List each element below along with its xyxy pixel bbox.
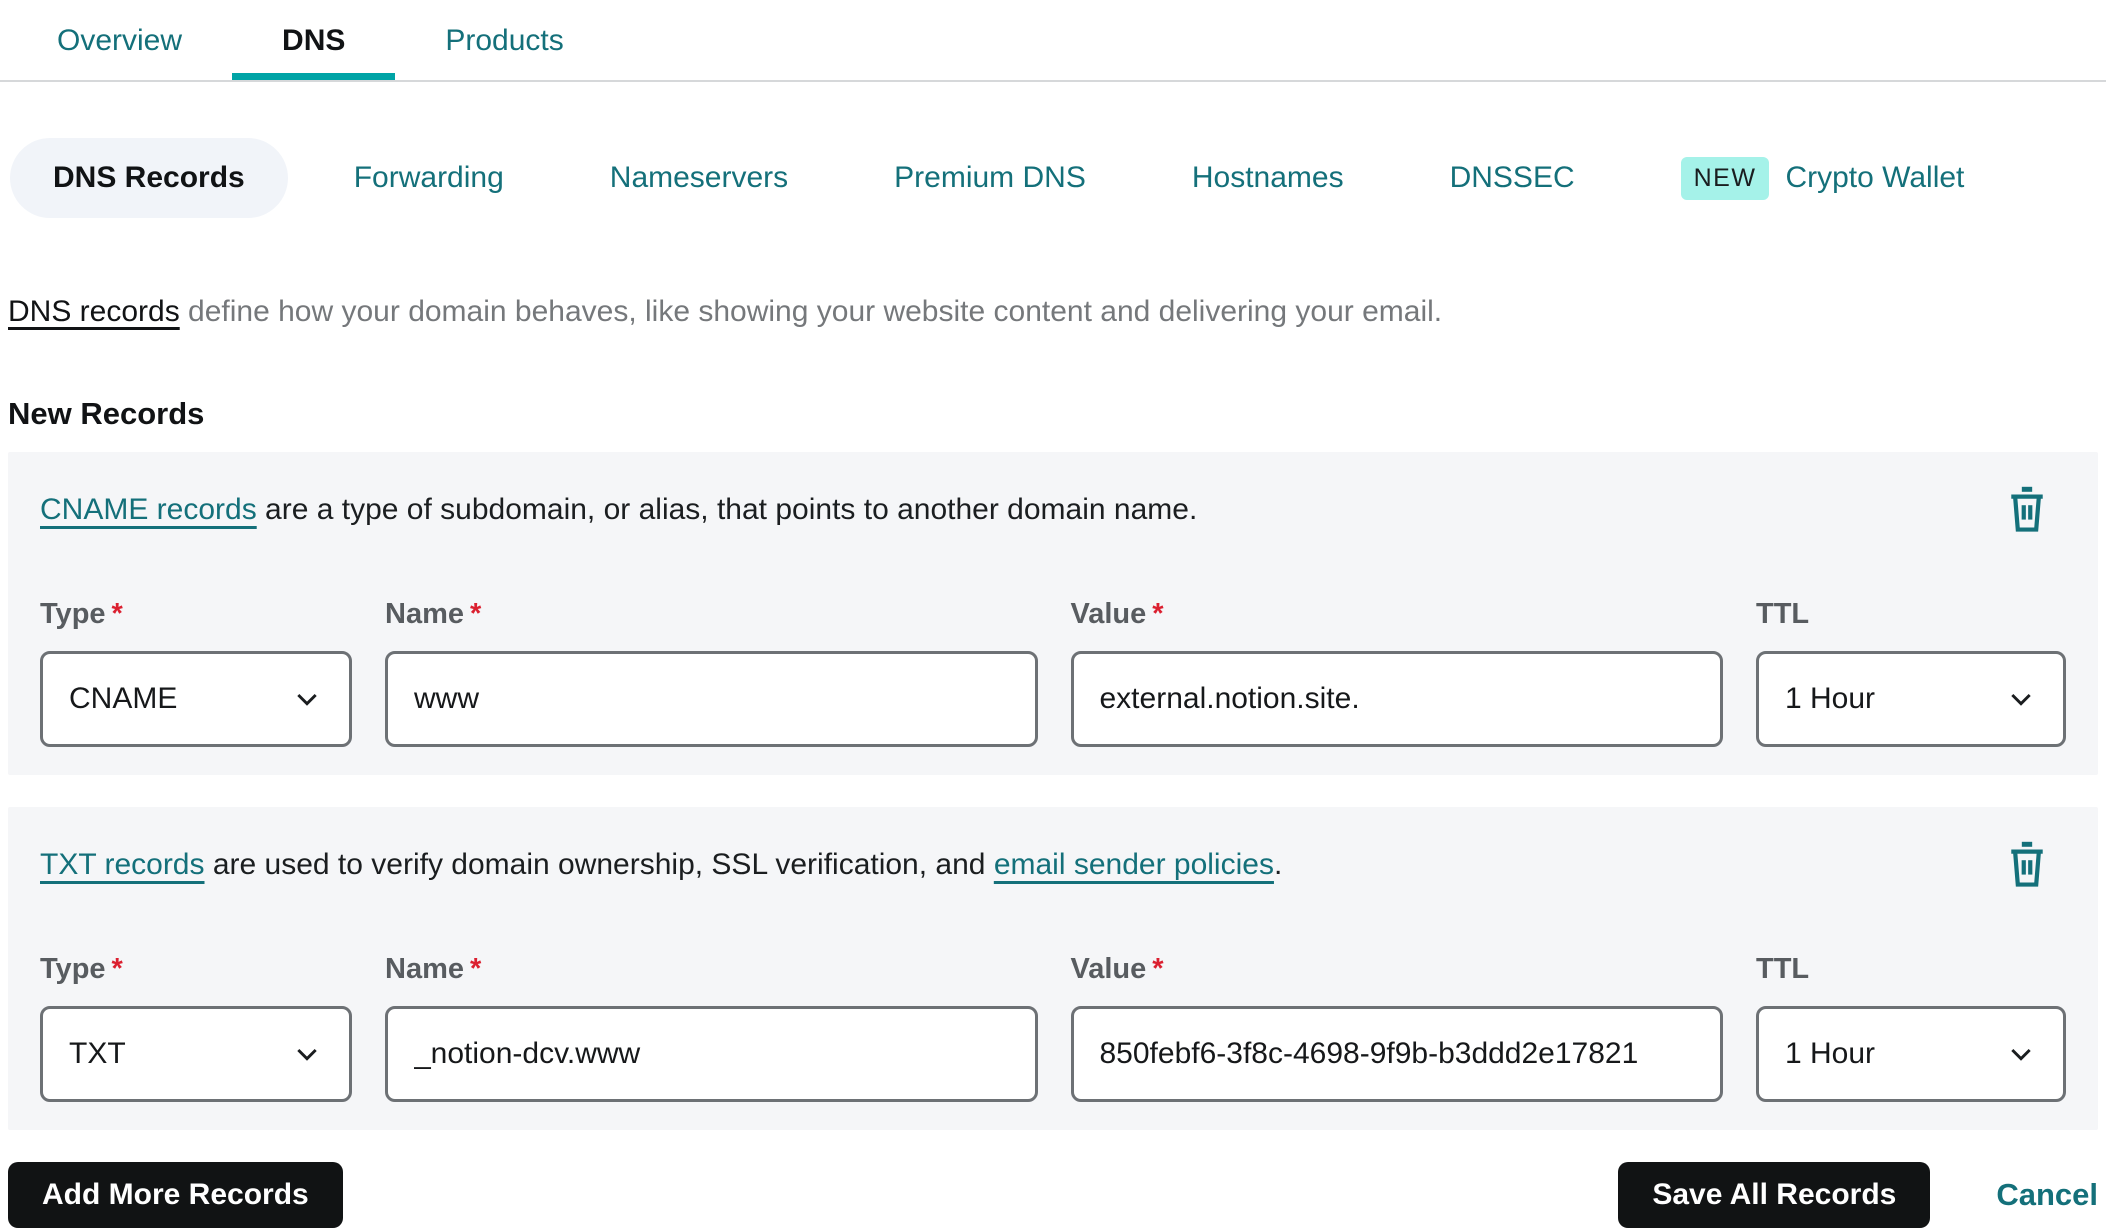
trash-icon <box>2011 486 2043 532</box>
delete-record-button[interactable] <box>2004 484 2050 536</box>
required-marker: * <box>1152 953 1164 985</box>
required-marker: * <box>470 953 482 985</box>
name-label: Name * <box>385 598 482 630</box>
value-label: Value * <box>1070 598 1164 630</box>
name-label: Name * <box>385 953 482 985</box>
required-marker: * <box>111 598 123 630</box>
chevron-down-icon <box>2011 693 2031 706</box>
record-card-txt: TXT records are used to verify domain ow… <box>8 807 2098 1130</box>
subtab-forwarding[interactable]: Forwarding <box>314 161 544 195</box>
ttl-select[interactable]: 1 Hour <box>1756 1006 2066 1102</box>
value-input[interactable] <box>1070 651 1723 747</box>
save-all-records-button[interactable]: Save All Records <box>1618 1162 1931 1228</box>
new-badge: NEW <box>1680 156 1770 200</box>
add-more-records-button[interactable]: Add More Records <box>8 1162 343 1228</box>
footer-actions: Add More Records Save All Records Cancel <box>8 1162 2098 1228</box>
intro-rest: define how your domain behaves, like sho… <box>179 295 1443 328</box>
domain-tab-bar: Overview DNS Products <box>0 0 2106 82</box>
ttl-select[interactable]: 1 Hour <box>1756 651 2066 747</box>
ttl-select-value: 1 Hour <box>1785 682 1876 715</box>
ttl-select-value: 1 Hour <box>1785 1037 1876 1070</box>
email-sender-policies-link[interactable]: email sender policies <box>994 848 1274 881</box>
type-select-value: TXT <box>69 1037 126 1070</box>
subtab-dnssec[interactable]: DNSSEC <box>1410 161 1615 195</box>
cancel-button[interactable]: Cancel <box>1996 1177 2098 1213</box>
type-select[interactable]: TXT <box>40 1006 352 1102</box>
subtab-nameservers[interactable]: Nameservers <box>570 161 828 195</box>
chevron-down-icon <box>2011 1048 2031 1061</box>
subtab-premium-dns[interactable]: Premium DNS <box>854 161 1126 195</box>
ttl-label: TTL <box>1756 953 1810 985</box>
ttl-label: TTL <box>1756 598 1810 630</box>
value-label: Value * <box>1070 953 1164 985</box>
trash-icon <box>2011 841 2043 887</box>
cname-records-link[interactable]: CNAME records <box>40 493 257 526</box>
chevron-down-icon <box>297 693 317 706</box>
chevron-down-icon <box>297 1048 317 1061</box>
dns-intro-text: DNS records define how your domain behav… <box>8 292 2098 332</box>
record-description: CNAME records are a type of subdomain, o… <box>40 493 1198 526</box>
subtab-crypto-wallet[interactable]: NEW Crypto Wallet <box>1641 156 2005 200</box>
subtab-hostnames[interactable]: Hostnames <box>1152 161 1384 195</box>
type-label: Type * <box>40 953 123 985</box>
dns-records-link[interactable]: DNS records <box>8 295 180 328</box>
value-input[interactable] <box>1070 1006 1723 1102</box>
tab-products[interactable]: Products <box>395 0 613 80</box>
subtab-crypto-wallet-label: Crypto Wallet <box>1785 161 1965 194</box>
txt-records-link[interactable]: TXT records <box>40 848 205 881</box>
type-label: Type * <box>40 598 123 630</box>
tab-overview[interactable]: Overview <box>7 0 232 80</box>
type-select[interactable]: CNAME <box>40 651 352 747</box>
tab-dns[interactable]: DNS <box>232 0 395 80</box>
type-select-value: CNAME <box>69 682 178 715</box>
new-records-heading: New Records <box>8 396 205 431</box>
name-input[interactable] <box>385 1006 1038 1102</box>
required-marker: * <box>470 598 482 630</box>
record-card-cname: CNAME records are a type of subdomain, o… <box>8 452 2098 775</box>
required-marker: * <box>1152 598 1164 630</box>
record-description: TXT records are used to verify domain ow… <box>40 848 1283 881</box>
subtab-dns-records[interactable]: DNS Records <box>10 138 288 218</box>
dns-subtab-bar: DNS Records Forwarding Nameservers Premi… <box>10 138 2106 218</box>
name-input[interactable] <box>385 651 1038 747</box>
required-marker: * <box>111 953 123 985</box>
delete-record-button[interactable] <box>2004 839 2050 891</box>
